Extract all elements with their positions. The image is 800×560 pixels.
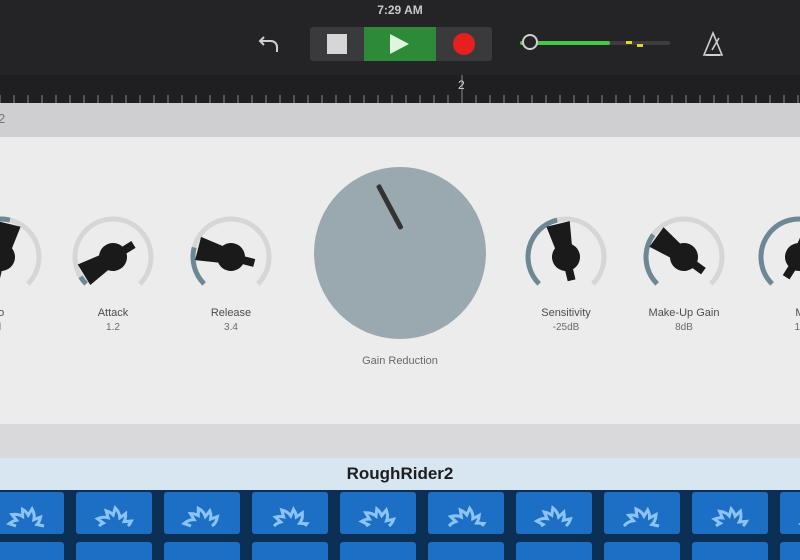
volume-knob[interactable] [522,34,538,50]
mix-label: M [795,307,800,319]
waveform-icon [272,506,310,528]
transport-controls [310,27,492,61]
gain-reduction-needle [375,183,404,231]
waveform-icon [358,505,397,528]
loop-cell[interactable] [692,542,768,560]
stop-button[interactable] [310,27,364,61]
release-value: 3.4 [224,322,238,333]
makeup-gain-label: Make-Up Gain [648,307,720,319]
attack-label: Attack [97,307,129,319]
mix-value: 10 [794,322,800,333]
record-icon [453,33,475,55]
loop-cell[interactable] [516,542,592,560]
attack-knob[interactable] [70,214,156,305]
waveform-icon [181,505,220,528]
master-volume-slider[interactable] [520,32,675,54]
loop-cell[interactable] [780,492,800,534]
metronome-icon [702,30,724,56]
loop-cell[interactable] [516,492,592,534]
waveform-icon [5,505,45,528]
waveform-icon [533,505,573,528]
waveform-icon [622,506,660,528]
track-name-bar[interactable]: RoughRider2 [0,458,800,490]
makeup-gain-knob[interactable] [641,214,727,305]
attack-value: 1.2 [106,322,120,333]
waveform-icon [447,505,487,528]
panel-footer [0,424,800,458]
loop-cell[interactable] [0,492,64,534]
loop-cell[interactable] [76,492,152,534]
sensitivity-label: Sensitivity [541,307,591,319]
control-bar: 7:29 AM [0,0,800,75]
undo-icon [258,36,278,52]
ratio-knob[interactable] [0,214,44,305]
makeup-gain-value: 8dB [675,322,693,333]
ratio-label: io [0,307,5,319]
sensitivity-knob[interactable] [523,214,609,305]
loop-cell[interactable] [164,492,240,534]
loop-cell[interactable] [692,492,768,534]
track-header-strip: 2 [0,103,800,137]
loop-cell[interactable] [164,542,240,560]
loop-cell[interactable] [428,542,504,560]
ratio-value: l [0,322,20,333]
stop-icon [327,34,347,54]
loop-cell[interactable] [340,542,416,560]
gain-reduction-meter [314,167,486,339]
waveform-icon [797,522,800,525]
bar-number: 2 [458,78,465,92]
timeline-ruler[interactable]: 2 [0,75,800,104]
play-button[interactable] [364,27,436,61]
loop-cell[interactable] [0,542,64,560]
gain-reduction-label: Gain Reduction [362,355,438,367]
waveform-icon [711,505,750,528]
loop-cell[interactable] [76,542,152,560]
track-number: 2 [0,111,6,126]
record-button[interactable] [436,27,492,61]
sensitivity-value: -25dB [552,322,580,333]
loop-cell[interactable] [780,542,800,560]
metronome-button[interactable] [700,30,726,58]
ruler-ticks [0,75,799,103]
loop-cell[interactable] [604,492,680,534]
release-knob[interactable] [188,214,274,305]
loop-cell[interactable] [252,542,328,560]
mix-knob[interactable] [756,214,800,305]
status-time: 7:29 AM [377,3,423,17]
meter-peak-segment [626,41,632,44]
loop-cell[interactable] [252,492,328,534]
play-icon [390,34,409,54]
loop-cell[interactable] [604,542,680,560]
undo-button[interactable] [256,30,282,56]
loop-cell[interactable] [428,492,504,534]
loop-cell[interactable] [340,492,416,534]
release-label: Release [210,307,252,319]
waveform-icon [94,505,134,528]
meter-peak-segment [637,44,643,47]
track-name: RoughRider2 [346,464,454,483]
live-loops-grid [0,490,800,560]
